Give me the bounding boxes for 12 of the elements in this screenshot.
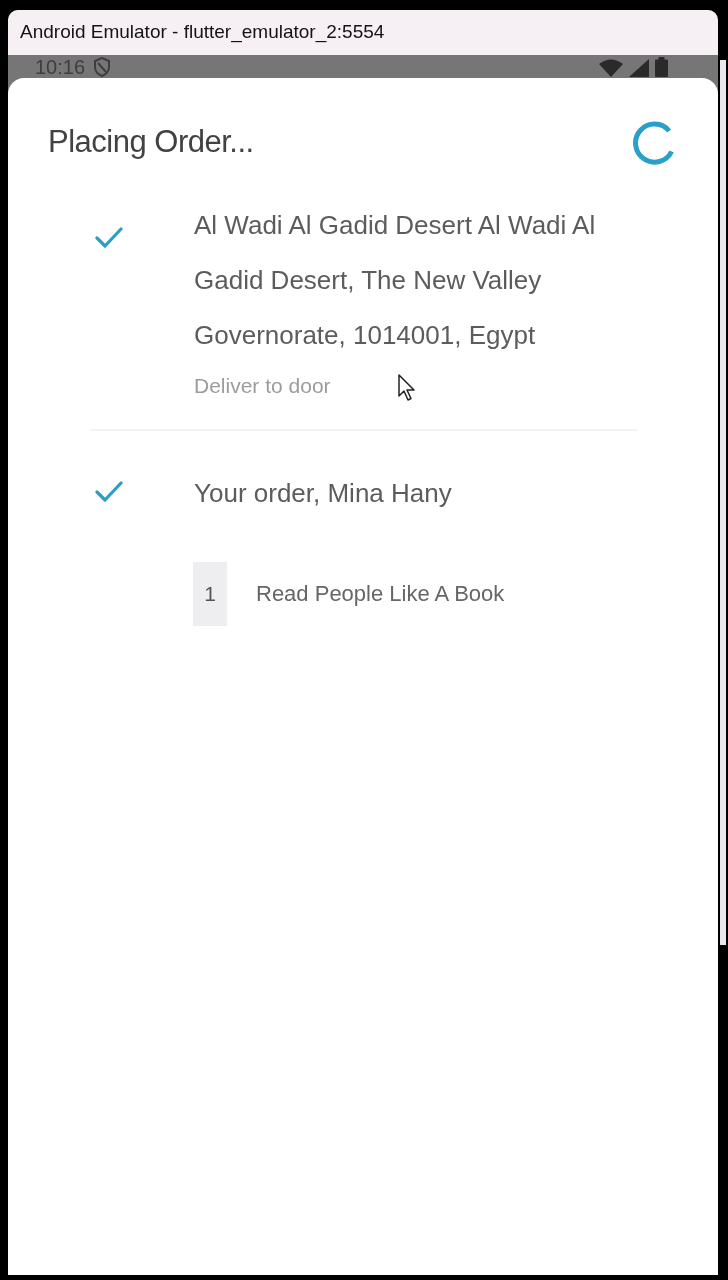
address-text: Al Wadi Al Gadid Desert Al Wadi Al Gadid Desert, The New Valley Governorate, 1014001, Egypt [194,209,597,352]
sheet-title: Placing Order... [48,123,254,161]
delivery-note: Deliver to door [194,373,331,399]
wifi-icon [599,59,623,77]
window-title: Android Emulator - flutter_emulator_2:5554 [20,20,385,43]
battery-icon [655,57,668,77]
quantity-badge: 1 [193,562,227,626]
status-time: 10:16 [35,56,86,78]
item-name: Read People Like A Book [256,581,505,607]
shield-icon [93,57,112,77]
mouse-cursor-icon [398,374,416,401]
order-heading: Your order, Mina Hany [194,477,453,510]
